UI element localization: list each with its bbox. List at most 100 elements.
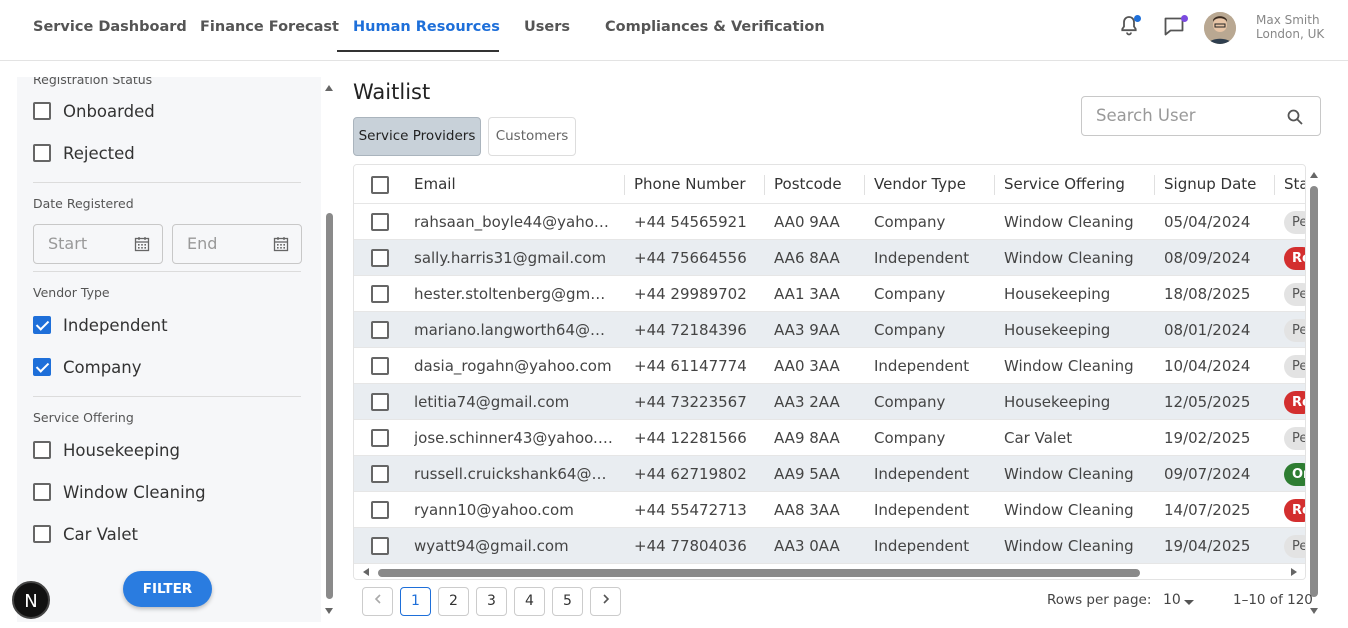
vertical-scroll-thumb[interactable] xyxy=(1310,186,1318,597)
checkbox[interactable] xyxy=(33,316,51,334)
segment-service-providers[interactable]: Service Providers xyxy=(353,117,481,156)
scroll-left-icon[interactable] xyxy=(363,568,369,576)
cell-email: hester.stoltenberg@gmail.com xyxy=(414,285,614,303)
filter-onboarded[interactable]: Onboarded xyxy=(33,99,155,123)
tab-finance-forecast[interactable]: Finance Forecast xyxy=(200,0,339,52)
next-page-button[interactable] xyxy=(590,587,621,616)
row-checkbox[interactable] xyxy=(371,429,389,447)
page-button-5[interactable]: 5 xyxy=(552,587,583,616)
column-separator[interactable] xyxy=(624,175,625,195)
chat-icon[interactable] xyxy=(1162,14,1188,40)
checkbox[interactable] xyxy=(33,441,51,459)
cell-postcode: AA1 3AA xyxy=(774,285,840,303)
horizontal-scroll-thumb[interactable] xyxy=(378,569,1140,577)
page-button-4[interactable]: 4 xyxy=(514,587,545,616)
row-checkbox[interactable] xyxy=(371,465,389,483)
checkbox[interactable] xyxy=(33,144,51,162)
cell-signup-date: 19/04/2025 xyxy=(1164,537,1251,555)
select-all-checkbox[interactable] xyxy=(371,176,389,194)
filter-sidebar: Registration Status Onboarded Rejected D… xyxy=(17,77,321,622)
row-checkbox[interactable] xyxy=(371,393,389,411)
rows-per-page-select[interactable]: 10 xyxy=(1163,592,1181,608)
table-row[interactable]: mariano.langworth64@hotmail.com +44 72184… xyxy=(354,312,1305,348)
tab-compliances-verification[interactable]: Compliances & Verification xyxy=(605,0,825,52)
column-header-phone[interactable]: Phone Number xyxy=(634,165,764,204)
table-row[interactable]: jose.schinner43@yahoo.com +44 12281566 AA9… xyxy=(354,420,1305,456)
page-button-2[interactable]: 2 xyxy=(438,587,469,616)
checkbox[interactable] xyxy=(33,102,51,120)
filter-button[interactable]: FILTER xyxy=(123,571,212,607)
row-checkbox[interactable] xyxy=(371,501,389,519)
avatar[interactable] xyxy=(1204,12,1236,44)
cell-phone: +44 54565921 xyxy=(634,213,747,231)
bell-icon[interactable] xyxy=(1117,14,1143,40)
row-checkbox[interactable] xyxy=(371,357,389,375)
column-header-service-offering[interactable]: Service Offering xyxy=(1004,165,1144,204)
cell-signup-date: 08/09/2024 xyxy=(1164,249,1251,267)
table-row[interactable]: sally.harris31@gmail.com +44 75664556 AA6 … xyxy=(354,240,1305,276)
column-separator[interactable] xyxy=(1274,175,1275,195)
date-start-placeholder: Start xyxy=(48,234,88,253)
search-input[interactable]: Search User xyxy=(1081,96,1321,136)
search-icon[interactable] xyxy=(1286,108,1304,126)
tab-human-resources[interactable]: Human Resources xyxy=(337,0,500,52)
table-row[interactable]: dasia_rogahn@yahoo.com +44 61147774 AA0 3A… xyxy=(354,348,1305,384)
row-checkbox[interactable] xyxy=(371,249,389,267)
chevron-down-icon[interactable] xyxy=(1184,600,1194,605)
table-row[interactable]: hester.stoltenberg@gmail.com +44 29989702… xyxy=(354,276,1305,312)
table-row[interactable]: wyatt94@gmail.com +44 77804036 AA3 0AA Inde… xyxy=(354,528,1305,564)
column-header-signup-date[interactable]: Signup Date xyxy=(1164,165,1274,204)
calendar-icon[interactable] xyxy=(134,236,150,252)
column-separator[interactable] xyxy=(764,175,765,195)
divider xyxy=(33,271,301,272)
divider xyxy=(33,396,301,397)
scroll-down-icon[interactable] xyxy=(325,608,333,614)
table-row[interactable]: russell.cruickshank64@hotmail.com +44 627… xyxy=(354,456,1305,492)
cell-vendor-type: Independent xyxy=(874,249,970,267)
prev-page-button[interactable] xyxy=(362,587,393,616)
column-header-email[interactable]: Email xyxy=(414,165,614,204)
column-separator[interactable] xyxy=(994,175,995,195)
column-header-status[interactable]: Sta xyxy=(1284,165,1305,204)
table-row[interactable]: letitia74@gmail.com +44 73223567 AA3 2AA Co… xyxy=(354,384,1305,420)
page-button-3[interactable]: 3 xyxy=(476,587,507,616)
cell-service-offering: Housekeeping xyxy=(1004,321,1111,339)
checkbox[interactable] xyxy=(33,525,51,543)
column-separator[interactable] xyxy=(1154,175,1155,195)
cell-service-offering: Window Cleaning xyxy=(1004,501,1134,519)
segment-customers[interactable]: Customers xyxy=(488,117,576,156)
checkbox[interactable] xyxy=(33,483,51,501)
tab-service-dashboard[interactable]: Service Dashboard xyxy=(33,0,187,52)
date-start-input[interactable]: Start xyxy=(33,224,163,264)
scroll-right-icon[interactable] xyxy=(1291,568,1297,576)
tab-users[interactable]: Users xyxy=(524,0,570,52)
filter-housekeeping[interactable]: Housekeeping xyxy=(33,438,180,462)
sidebar-scroll-thumb[interactable] xyxy=(326,213,333,599)
scroll-down-icon[interactable] xyxy=(1310,608,1318,614)
cell-phone: +44 61147774 xyxy=(634,357,747,375)
filter-car-valet[interactable]: Car Valet xyxy=(33,522,138,546)
cell-email: mariano.langworth64@hotmail.com xyxy=(414,321,614,339)
filter-window-cleaning[interactable]: Window Cleaning xyxy=(33,480,206,504)
filter-rejected[interactable]: Rejected xyxy=(33,141,135,165)
checkbox[interactable] xyxy=(33,358,51,376)
cell-service-offering: Car Valet xyxy=(1004,429,1073,447)
scroll-up-icon[interactable] xyxy=(325,85,333,91)
nextjs-logo-icon[interactable]: N xyxy=(12,581,50,619)
row-checkbox[interactable] xyxy=(371,537,389,555)
cell-service-offering: Window Cleaning xyxy=(1004,357,1134,375)
row-checkbox[interactable] xyxy=(371,285,389,303)
date-end-input[interactable]: End xyxy=(172,224,302,264)
page-button-1[interactable]: 1 xyxy=(400,587,431,616)
table-row[interactable]: ryann10@yahoo.com +44 55472713 AA8 3AA Inde… xyxy=(354,492,1305,528)
column-header-postcode[interactable]: Postcode xyxy=(774,165,864,204)
scroll-up-icon[interactable] xyxy=(1310,172,1318,178)
column-separator[interactable] xyxy=(864,175,865,195)
table-row[interactable]: rahsaan_boyle44@yahoo.com +44 54565921 AA0… xyxy=(354,204,1305,240)
column-header-vendor-type[interactable]: Vendor Type xyxy=(874,165,994,204)
filter-company[interactable]: Company xyxy=(33,355,142,379)
row-checkbox[interactable] xyxy=(371,321,389,339)
row-checkbox[interactable] xyxy=(371,213,389,231)
filter-independent[interactable]: Independent xyxy=(33,313,168,337)
calendar-icon[interactable] xyxy=(273,236,289,252)
